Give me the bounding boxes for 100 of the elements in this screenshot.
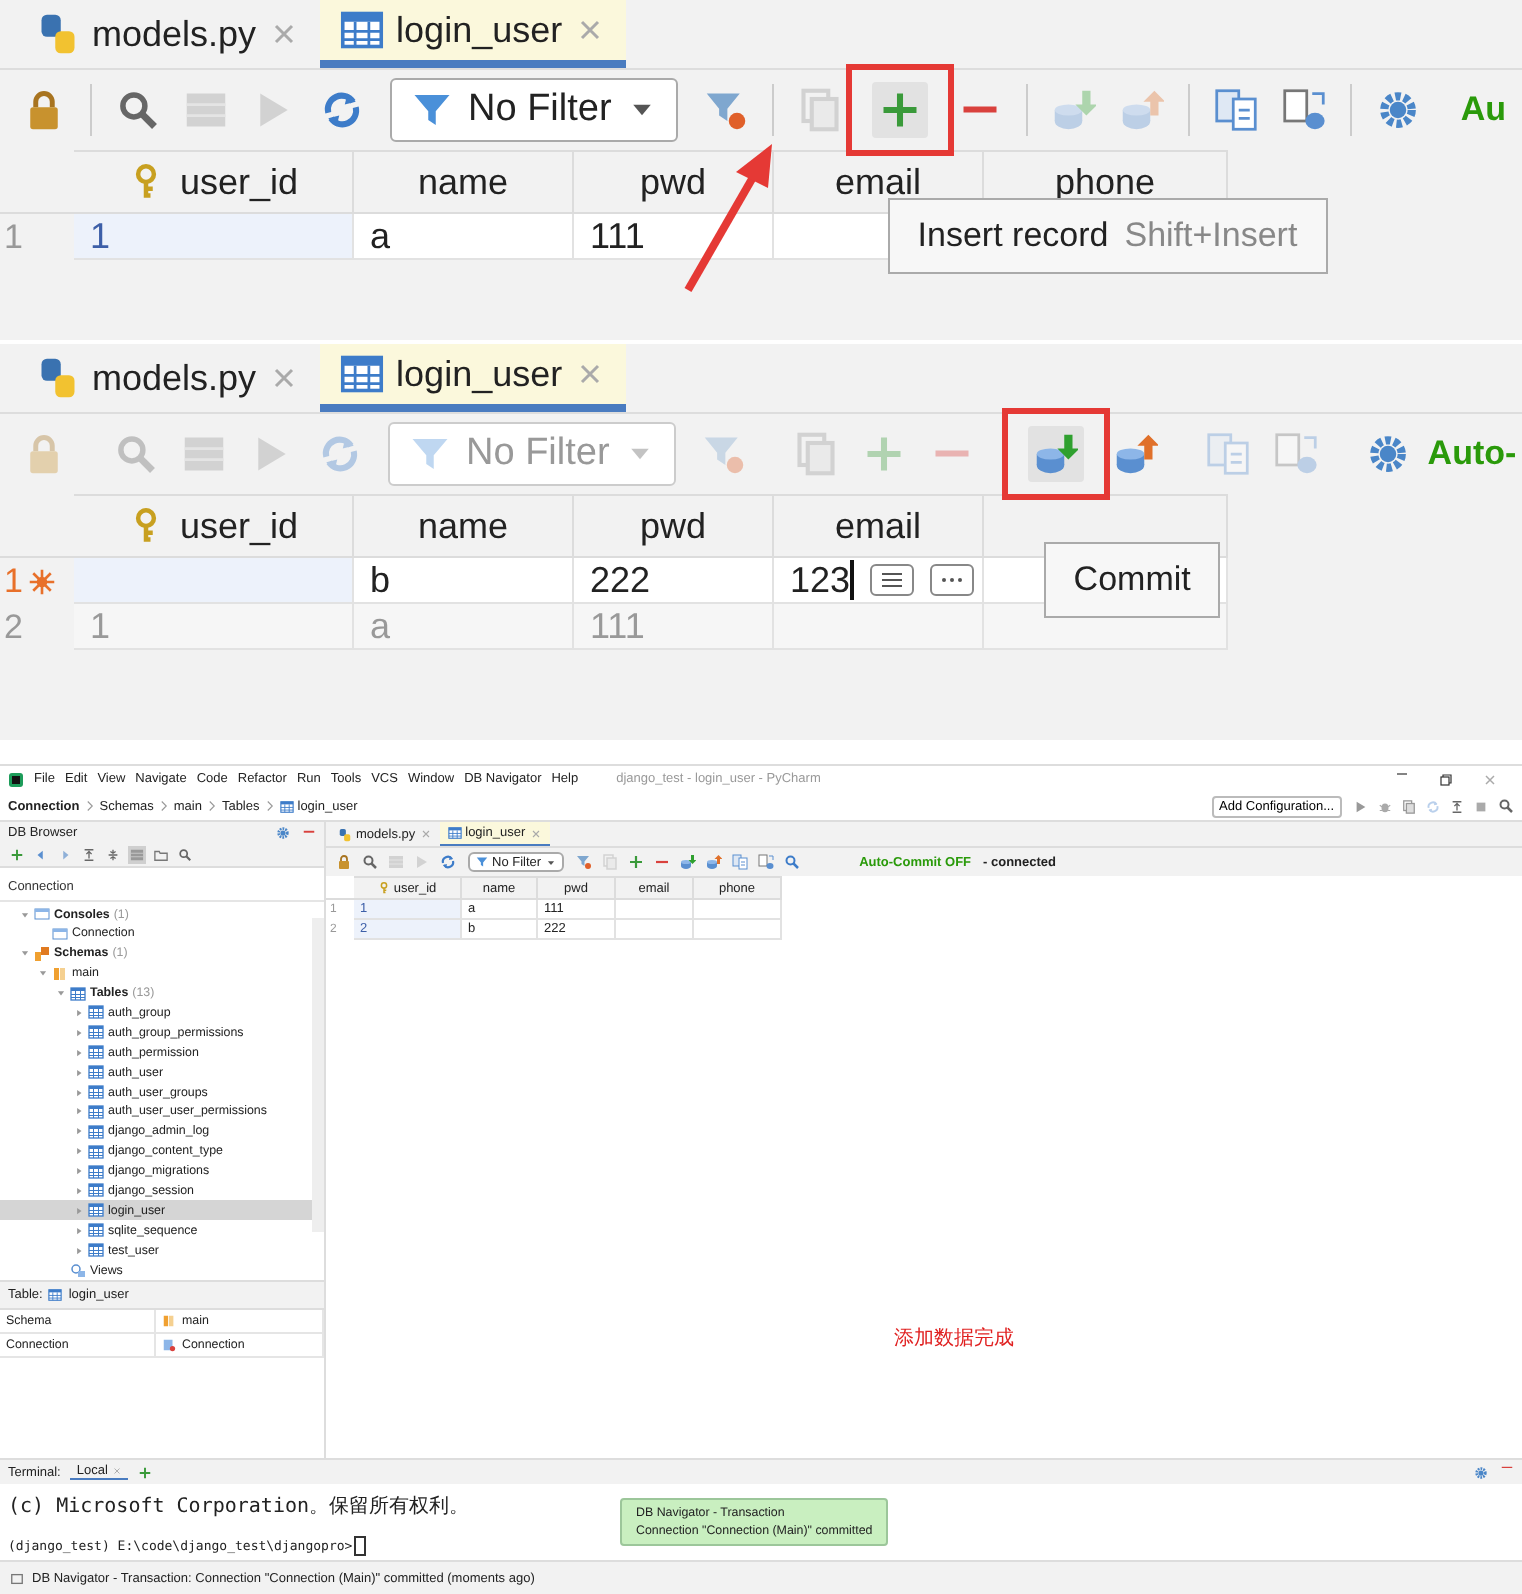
database-download-button[interactable] (677, 852, 698, 872)
filter-clear-icon (575, 854, 592, 870)
column-header[interactable]: pwd (574, 150, 774, 214)
row-number: 2 (2, 605, 25, 649)
grid-icon (388, 854, 404, 870)
plus-button[interactable] (625, 852, 646, 872)
settings-icon (1375, 88, 1420, 132)
filter-clear-icon (703, 88, 748, 132)
grid-icon (182, 432, 226, 476)
restore-icon (1438, 771, 1454, 787)
settings-icon (276, 825, 290, 840)
table-icon (48, 1288, 63, 1302)
table-icon (340, 352, 385, 396)
minus-button[interactable] (651, 858, 672, 866)
table-icon (88, 1044, 104, 1061)
chevron-icon (263, 800, 276, 812)
table-cell[interactable] (694, 920, 782, 940)
views-icon (70, 1262, 86, 1279)
arrow-right-icon (58, 847, 72, 862)
lock-icon (336, 854, 352, 870)
caret-icon (545, 857, 556, 867)
lock-button[interactable] (334, 852, 354, 872)
search-button[interactable] (176, 845, 194, 864)
document-compare-icon (731, 854, 748, 870)
document-database-icon (1281, 88, 1326, 132)
folder-icon (154, 847, 168, 862)
editor-tab[interactable]: login_user (320, 344, 627, 412)
scrollbar[interactable] (312, 918, 324, 1232)
ellipsis-icon (939, 576, 964, 584)
table-cell[interactable]: 1 (74, 214, 354, 260)
python-file-icon (338, 827, 352, 841)
search-button[interactable] (781, 852, 802, 872)
refresh-icon (440, 854, 456, 870)
table-cell[interactable]: 111 (574, 214, 774, 260)
editor-tab[interactable]: login_user (320, 0, 627, 68)
refresh-button[interactable] (438, 852, 458, 872)
play-icon (414, 854, 430, 870)
table-cell[interactable]: 222 (574, 558, 774, 604)
table-icon (88, 1143, 104, 1160)
chevron-icon (83, 800, 96, 812)
column-header[interactable]: user_id (74, 150, 354, 214)
grid-button[interactable] (128, 845, 146, 864)
chevron-icon (157, 800, 170, 812)
tooltip-text: Commit (1073, 560, 1191, 600)
database-download-icon (679, 854, 696, 870)
plus-button[interactable] (871, 82, 928, 138)
table-cell[interactable]: 123 (774, 558, 984, 604)
editor-tab[interactable]: models.py (16, 344, 321, 412)
more-button[interactable] (929, 564, 974, 596)
refresh-icon (1426, 799, 1440, 813)
folder-button[interactable] (152, 845, 170, 864)
plus-button[interactable] (8, 845, 26, 864)
tooltip-text: Insert record (917, 216, 1109, 256)
table-cell[interactable]: b (354, 558, 574, 604)
document-compare-button[interactable] (729, 852, 750, 872)
table-cell[interactable] (74, 558, 354, 604)
table-cell[interactable] (616, 900, 694, 920)
plus-icon (10, 847, 24, 862)
column-header[interactable]: pwd (574, 494, 774, 558)
search-icon (114, 432, 158, 476)
close-icon (111, 1466, 122, 1476)
filter-clear-button[interactable] (573, 852, 594, 872)
database-download-icon (1033, 432, 1078, 476)
arrow-left-icon (34, 847, 48, 862)
stop-icon (1474, 799, 1488, 813)
search-button[interactable] (360, 852, 380, 872)
table-cell[interactable]: a (354, 214, 574, 260)
table-icon (88, 1202, 104, 1219)
table-cell[interactable] (616, 920, 694, 940)
table-cell[interactable] (694, 900, 782, 920)
grid-icon (184, 88, 228, 132)
filter-icon (476, 856, 488, 868)
collapse-button[interactable] (80, 845, 98, 864)
column-header[interactable]: email (774, 494, 984, 558)
search-icon (1498, 798, 1514, 814)
copy-icon (1402, 799, 1416, 813)
database-download-button[interactable] (1027, 426, 1084, 482)
table-icon (88, 1123, 104, 1140)
filter-dropdown[interactable]: No Filter (390, 78, 678, 142)
document-compare-icon (1205, 432, 1250, 476)
expand-button[interactable] (104, 845, 122, 864)
column-header[interactable]: name (354, 494, 574, 558)
asterisk-icon (28, 567, 57, 595)
status-message: 添加数据完成 (894, 1325, 1014, 1348)
search-icon (783, 854, 800, 870)
column-header[interactable]: name (354, 150, 574, 214)
grid-icon (130, 847, 144, 862)
bug-icon (1378, 799, 1392, 813)
column-header[interactable]: user_id (74, 494, 354, 558)
editor-tab[interactable]: models.py (16, 0, 321, 68)
table-cell[interactable] (774, 604, 984, 650)
table-icon (447, 826, 462, 840)
expand-text-button[interactable] (869, 564, 914, 596)
close-icon (1482, 771, 1498, 787)
key-icon (377, 882, 390, 894)
auto-commit-status: Auto- (1427, 434, 1517, 474)
python-file-icon (36, 12, 80, 56)
document-database-button[interactable] (755, 852, 776, 872)
copy-icon (797, 88, 842, 132)
database-upload-button[interactable] (703, 852, 724, 872)
